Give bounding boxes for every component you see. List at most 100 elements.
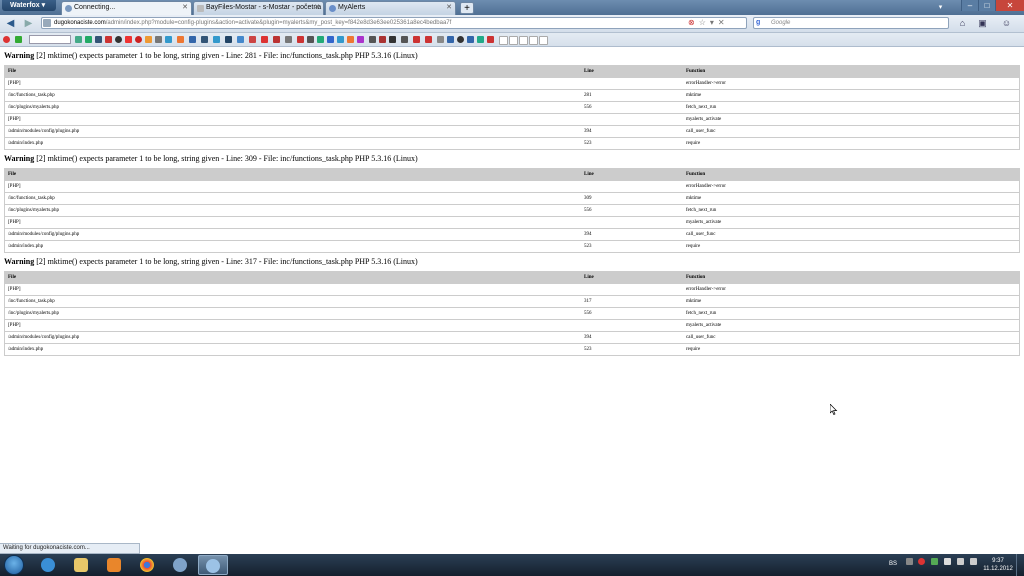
bookmark-icon[interactable]: [317, 36, 324, 43]
bookmark-icon[interactable]: [499, 36, 508, 45]
clock[interactable]: 9:37 11.12.2012: [982, 557, 1014, 573]
cell-file: /admin/modules/config/plugins.php: [4, 331, 581, 344]
bookmark-icon[interactable]: [413, 36, 420, 43]
stop-icon[interactable]: ⊗: [688, 18, 695, 27]
tab-bayfiles[interactable]: BayFiles-Mostar - s-Mostar - početna ✕: [193, 1, 324, 15]
network-icon[interactable]: [957, 558, 964, 565]
taskbar-file-explorer[interactable]: [67, 555, 95, 575]
bookmark-icon[interactable]: [369, 36, 376, 43]
close-tab-icon[interactable]: ✕: [182, 2, 188, 14]
menu-icon[interactable]: ▣: [976, 17, 989, 30]
bookmark-icon[interactable]: [249, 36, 256, 43]
bookmark-icon[interactable]: [115, 36, 122, 43]
column-header-file: File: [4, 271, 581, 284]
bookmark-icon[interactable]: [307, 36, 314, 43]
toolbar-search-input[interactable]: [29, 35, 71, 44]
cell-line: [581, 319, 683, 332]
column-header-function: Function: [683, 65, 1020, 78]
nvidia-icon[interactable]: [931, 558, 938, 565]
tray-arrow-icon[interactable]: [906, 558, 913, 565]
back-icon[interactable]: ◀: [4, 17, 17, 30]
bookmark-icon[interactable]: [189, 36, 196, 43]
bookmark-icon[interactable]: [225, 36, 232, 43]
bookmark-icon[interactable]: [425, 36, 432, 43]
cell-function: require: [683, 343, 1020, 356]
table-row: /inc/functions_task.php 317 mktime: [4, 295, 1020, 308]
cell-function: fetch_next_run: [683, 204, 1020, 217]
bookmark-icon[interactable]: [509, 36, 518, 45]
bookmark-icon[interactable]: [519, 36, 528, 45]
bookmark-icon[interactable]: [529, 36, 538, 45]
bookmark-icon[interactable]: [177, 36, 184, 43]
maximize-icon[interactable]: □: [978, 0, 995, 11]
bookmark-icon[interactable]: [457, 36, 464, 43]
dropdown-icon[interactable]: ▾: [710, 18, 714, 27]
addon-icon[interactable]: [15, 36, 22, 43]
close-window-icon[interactable]: ✕: [995, 0, 1024, 11]
close-tab-icon[interactable]: ✕: [314, 2, 320, 14]
addon-icon[interactable]: [3, 36, 10, 43]
minimize-icon[interactable]: –: [961, 0, 978, 11]
tab-connecting[interactable]: Connecting... ✕: [61, 1, 192, 15]
bookmark-icon[interactable]: [347, 36, 354, 43]
bookmark-icon[interactable]: [487, 36, 494, 43]
stop-loading-icon[interactable]: ✕: [718, 18, 725, 27]
bookmark-icon[interactable]: [389, 36, 396, 43]
bookmark-icon[interactable]: [273, 36, 280, 43]
bookmark-icon[interactable]: [95, 36, 102, 43]
site-identity-icon[interactable]: [43, 19, 51, 27]
bookmark-icon[interactable]: [447, 36, 454, 43]
column-header-line: Line: [581, 168, 683, 181]
bookmark-icon[interactable]: [201, 36, 208, 43]
forward-icon[interactable]: ▶: [22, 17, 35, 30]
taskbar-media-player[interactable]: [100, 555, 128, 575]
bookmark-icon[interactable]: [437, 36, 444, 43]
bookmark-icon[interactable]: [327, 36, 334, 43]
taskbar-chrome[interactable]: [133, 555, 161, 575]
home-icon[interactable]: ⌂: [956, 17, 969, 30]
bookmark-icon[interactable]: [135, 36, 142, 43]
bookmark-icon[interactable]: [261, 36, 268, 43]
bookmark-icon[interactable]: [467, 36, 474, 43]
bookmark-icon[interactable]: [85, 36, 92, 43]
bookmark-icon[interactable]: [165, 36, 172, 43]
bookmark-star-icon[interactable]: ☆: [699, 18, 706, 27]
bookmark-icon[interactable]: [539, 36, 548, 45]
table-row: /inc/plugins/myalerts.php 556 fetch_next_r…: [4, 204, 1020, 217]
volume-icon[interactable]: [970, 558, 977, 565]
show-desktop-button[interactable]: [1016, 554, 1024, 576]
antivirus-icon[interactable]: [918, 558, 925, 565]
tab-myalerts[interactable]: MyAlerts ✕: [325, 1, 456, 15]
bookmark-icon[interactable]: [145, 36, 152, 43]
search-field[interactable]: Google: [753, 17, 949, 29]
language-indicator[interactable]: BS: [889, 561, 897, 567]
app-menu-button[interactable]: Waterfox ▾: [2, 0, 56, 11]
bookmark-icon[interactable]: [237, 36, 244, 43]
bookmark-icon[interactable]: [213, 36, 220, 43]
bookmark-icon[interactable]: [285, 36, 292, 43]
start-button[interactable]: [4, 555, 24, 575]
bookmark-icon[interactable]: [125, 36, 132, 43]
new-tab-button[interactable]: +: [460, 2, 474, 14]
google-icon[interactable]: g: [756, 19, 764, 27]
bookmark-icon[interactable]: [155, 36, 162, 43]
bookmark-icon[interactable]: [477, 36, 484, 43]
cell-function: errorHandler->error: [683, 283, 1020, 296]
taskbar-network-tool[interactable]: [166, 555, 194, 575]
bookmark-icon[interactable]: [105, 36, 112, 43]
bookmark-icon[interactable]: [401, 36, 408, 43]
taskbar-waterfox[interactable]: [198, 555, 228, 575]
bookmark-icon[interactable]: [337, 36, 344, 43]
bookmark-icon[interactable]: [75, 36, 82, 43]
cell-function: myalerts_activate: [683, 216, 1020, 229]
addon-icon[interactable]: ☺: [1000, 17, 1013, 30]
taskbar-internet-explorer[interactable]: [34, 555, 62, 575]
tab-list-icon[interactable]: ▾: [935, 2, 946, 13]
flag-icon[interactable]: [944, 558, 951, 565]
bookmark-icon[interactable]: [297, 36, 304, 43]
close-tab-icon[interactable]: ✕: [446, 2, 452, 14]
bookmark-icon[interactable]: [357, 36, 364, 43]
bookmark-icon[interactable]: [379, 36, 386, 43]
address-bar[interactable]: dugokonaciste.com/admin/index.php?module…: [41, 17, 747, 29]
cell-line: 556: [581, 101, 683, 114]
